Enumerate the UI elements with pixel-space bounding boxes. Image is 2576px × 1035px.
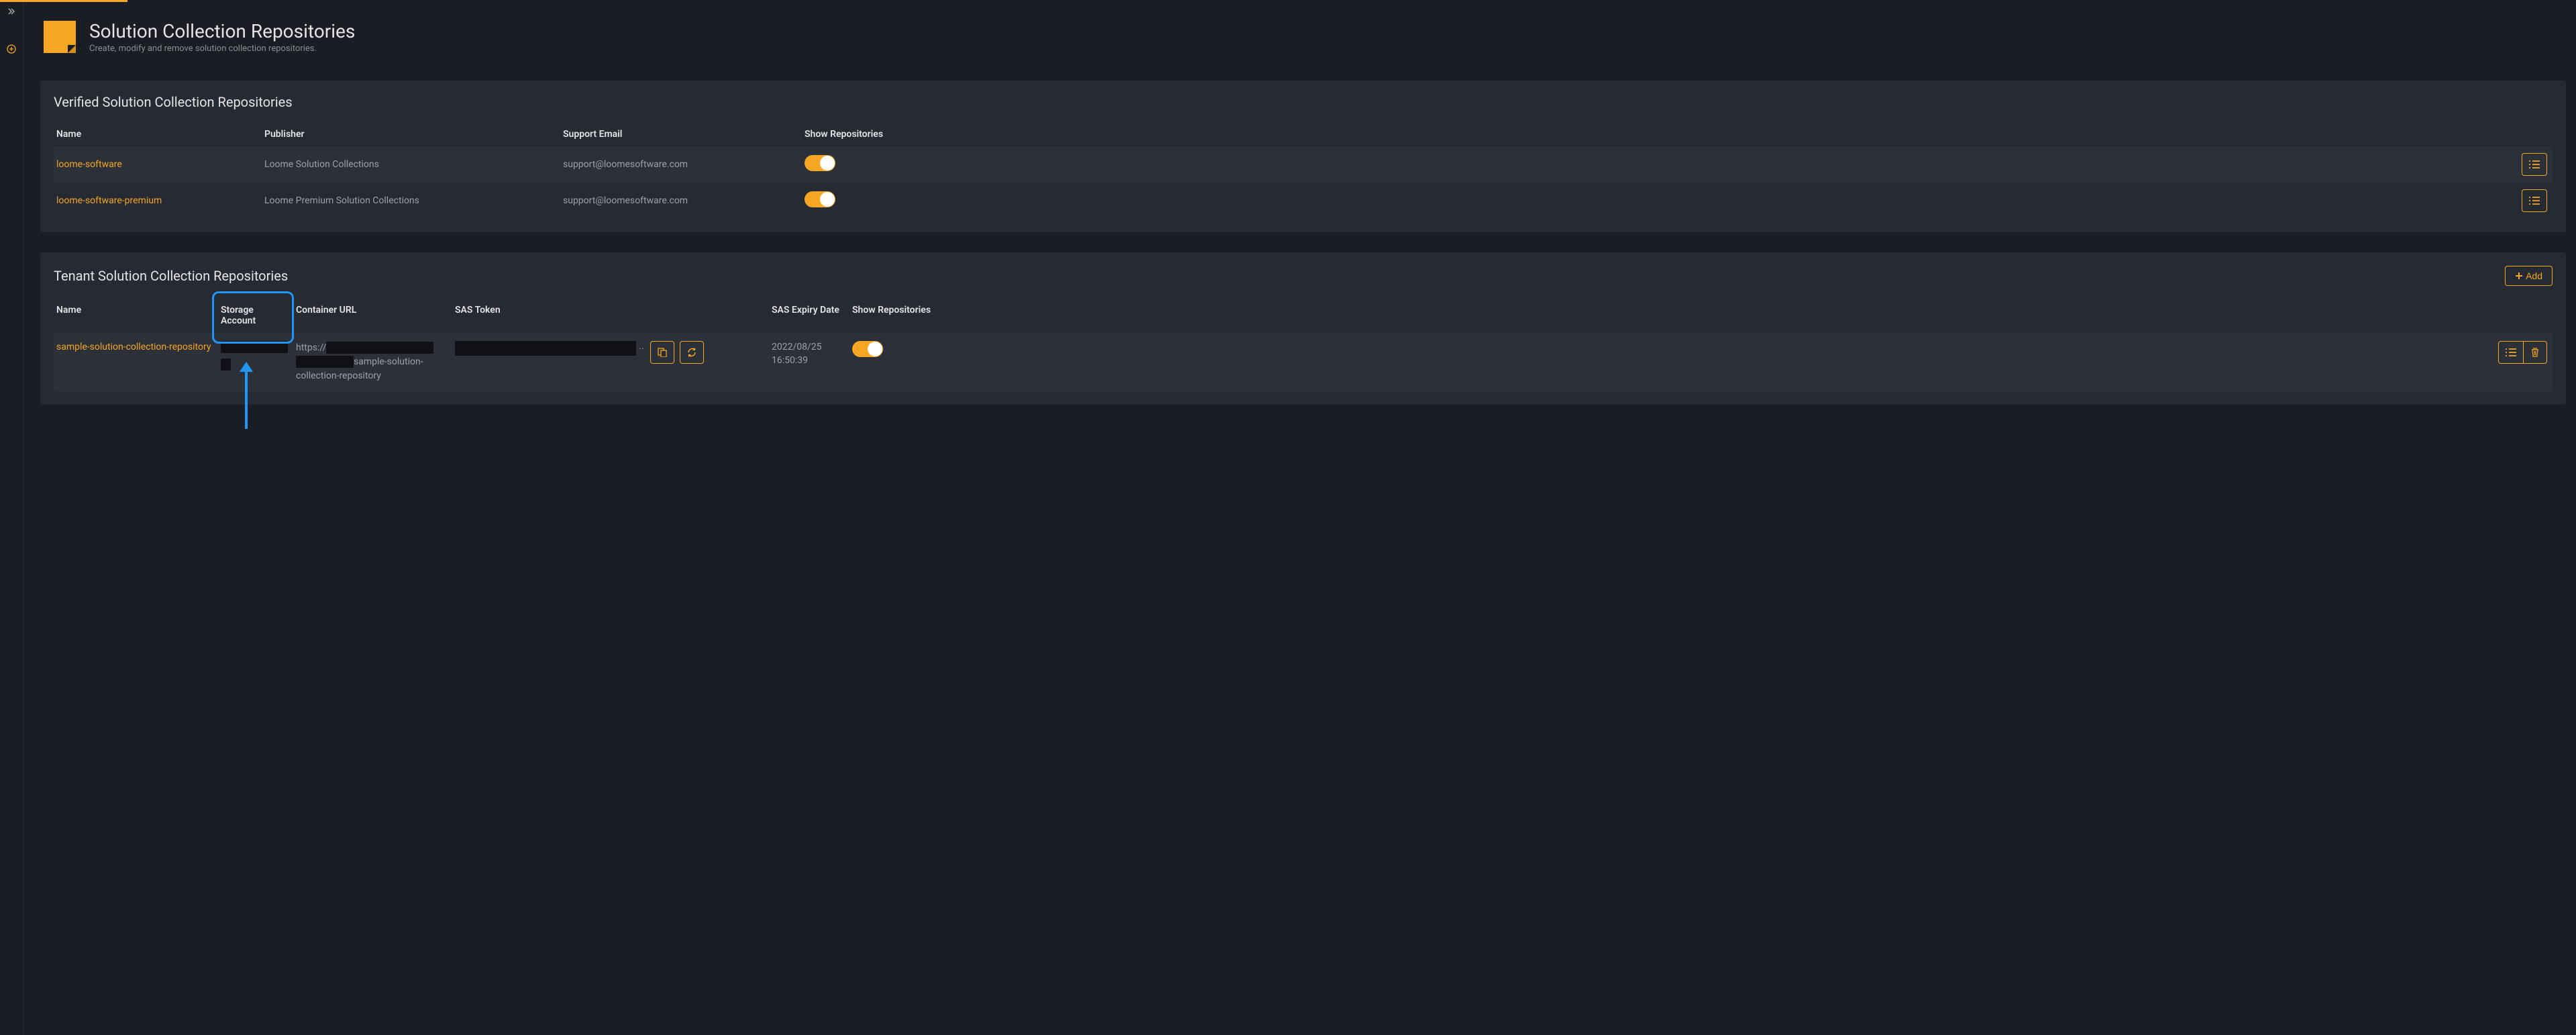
verified-publisher: Loome Premium Solution Collections xyxy=(262,195,560,206)
show-repositories-toggle[interactable] xyxy=(805,191,835,207)
list-icon xyxy=(2529,197,2540,205)
tenant-container-url: https:// sample-solution-collection-repo… xyxy=(293,341,452,383)
copy-sas-button[interactable] xyxy=(650,341,674,364)
copy-icon xyxy=(658,348,667,357)
tenant-repo-name-link[interactable]: sample-solution-collection-repository xyxy=(54,341,218,354)
verified-email: support@loomesoftware.com xyxy=(560,159,802,170)
tenant-header-name: Name xyxy=(54,305,218,326)
sidebar-add-icon[interactable] xyxy=(1,39,21,59)
tenant-row: sample-solution-collection-repository ht… xyxy=(54,333,2553,391)
tenant-expiry: 2022/08/25 16:50:39 xyxy=(769,341,849,367)
list-button[interactable] xyxy=(2498,341,2524,364)
verified-header-publisher: Publisher xyxy=(262,129,560,140)
verified-row: loome-software Loome Solution Collection… xyxy=(54,146,2553,183)
tenant-repos-panel: Tenant Solution Collection Repositories … xyxy=(40,252,2566,405)
verified-panel-title: Verified Solution Collection Repositorie… xyxy=(54,94,293,110)
list-icon xyxy=(2529,160,2540,168)
verified-repo-name-link[interactable]: loome-software xyxy=(54,159,262,170)
tenant-header-sas: SAS Token xyxy=(452,305,769,326)
page-subtitle: Create, modify and remove solution colle… xyxy=(89,44,355,54)
add-repository-button[interactable]: Add xyxy=(2505,266,2553,286)
tenant-panel-title: Tenant Solution Collection Repositories xyxy=(54,268,288,284)
sidebar-expand-icon[interactable] xyxy=(5,5,18,19)
page-header: Solution Collection Repositories Create,… xyxy=(44,20,2566,54)
verified-publisher: Loome Solution Collections xyxy=(262,159,560,170)
plus-icon xyxy=(2515,272,2523,280)
tenant-header-url: Container URL xyxy=(293,305,452,326)
tenant-header-storage: Storage Account xyxy=(218,305,293,326)
left-sidebar xyxy=(0,0,23,1035)
sas-token-value xyxy=(455,341,636,356)
tenant-header-expiry: SAS Expiry Date xyxy=(769,305,849,326)
verified-repo-name-link[interactable]: loome-software-premium xyxy=(54,195,262,206)
verified-header-name: Name xyxy=(54,129,262,140)
list-button[interactable] xyxy=(2522,189,2547,212)
refresh-sas-button[interactable] xyxy=(680,341,704,364)
verified-email: support@loomesoftware.com xyxy=(560,195,802,206)
verified-header-email: Support Email xyxy=(560,129,802,140)
add-button-label: Add xyxy=(2526,270,2542,281)
refresh-icon xyxy=(687,348,697,357)
list-button[interactable] xyxy=(2522,153,2547,176)
verified-header-show: Show Repositories xyxy=(802,129,976,140)
show-repositories-toggle[interactable] xyxy=(805,155,835,171)
delete-button[interactable] xyxy=(2523,341,2547,364)
page-note-icon xyxy=(44,21,76,53)
tenant-header-show: Show Repositories xyxy=(849,305,947,326)
verified-row: loome-software-premium Loome Premium Sol… xyxy=(54,183,2553,219)
list-icon xyxy=(2506,348,2516,356)
tenant-storage-value xyxy=(218,341,293,373)
page-title: Solution Collection Repositories xyxy=(89,20,355,42)
verified-repos-panel: Verified Solution Collection Repositorie… xyxy=(40,81,2566,232)
show-repositories-toggle[interactable] xyxy=(852,341,883,357)
trash-icon xyxy=(2531,348,2539,357)
